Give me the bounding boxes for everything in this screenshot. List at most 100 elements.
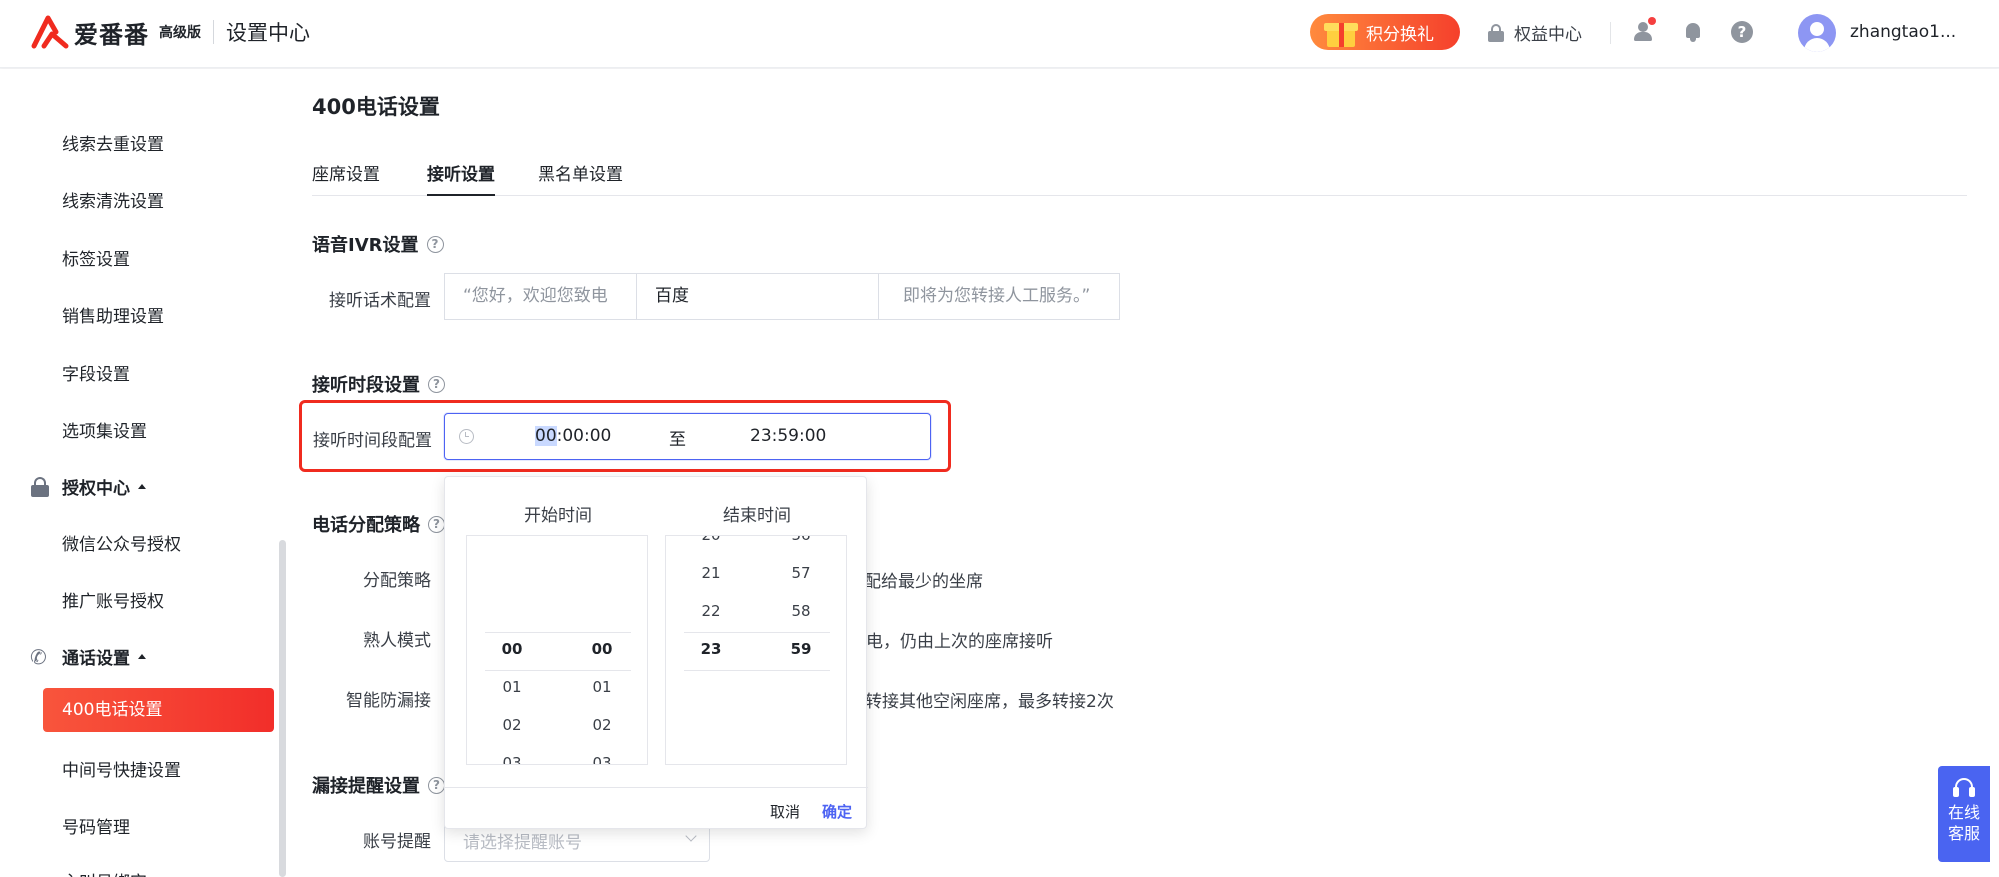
sidebar-item-tags[interactable]: 标签设置 <box>62 245 130 270</box>
sidebar-item-ad-account-auth[interactable]: 推广账号授权 <box>62 587 164 612</box>
points-exchange-label: 积分换礼 <box>1366 24 1434 45</box>
start-minute-option[interactable]: 03 <box>557 754 647 764</box>
end-hour-option[interactable]: 21 <box>666 564 756 582</box>
question-icon[interactable]: ? <box>428 515 445 533</box>
end-minute-option[interactable]: 56 <box>756 536 846 544</box>
ivr-company-input[interactable]: 百度 <box>636 273 879 320</box>
end-minute-option[interactable]: 57 <box>756 564 846 582</box>
avatar[interactable] <box>1798 14 1836 52</box>
anti-miss-label: 智能防漏接 <box>346 691 431 711</box>
gift-icon <box>1324 17 1358 47</box>
points-exchange-button[interactable]: 积分换礼 <box>1310 14 1460 50</box>
rights-center-link[interactable]: 权益中心 <box>1488 20 1582 45</box>
sidebar-group-auth-label: 授权中心 <box>62 479 130 499</box>
end-hour-option[interactable]: 23 <box>666 640 756 658</box>
start-hour-option[interactable]: 02 <box>467 716 557 734</box>
start-hour-option[interactable]: 01 <box>467 678 557 696</box>
account-reminder-placeholder: 请选择提醒账号 <box>463 833 582 853</box>
answer-period-label: 接听时间段配置 <box>313 431 432 451</box>
end-hour-option[interactable]: 20 <box>666 536 756 544</box>
unread-dot <box>1648 17 1656 25</box>
chevron-down-icon <box>685 830 697 842</box>
lock-icon <box>30 476 50 497</box>
online-service-button[interactable]: 在线 客服 <box>1938 766 1990 862</box>
end-minute-option[interactable]: 59 <box>756 640 846 658</box>
start-time-input[interactable]: 00:00:00 <box>535 426 611 446</box>
start-time-header: 开始时间 <box>524 506 592 526</box>
bell-icon[interactable] <box>1682 21 1704 43</box>
selection-line <box>684 632 830 633</box>
help-icon[interactable]: ? <box>1731 21 1753 43</box>
strategy-label: 分配策略 <box>363 571 431 591</box>
header-divider <box>1610 22 1611 44</box>
account-reminder-label: 账号提醒 <box>363 832 431 852</box>
question-icon[interactable]: ? <box>426 235 444 253</box>
picker-footer-divider <box>445 787 868 788</box>
sidebar-group-auth[interactable]: 授权中心 <box>30 474 146 499</box>
start-time-panel: 00 01 02 03 00 01 02 03 <box>466 535 648 765</box>
sidebar-item-lead-clean[interactable]: 线索清洗设置 <box>62 187 164 212</box>
selection-line <box>684 670 830 671</box>
end-time-input[interactable]: 23:59:00 <box>750 426 826 446</box>
user-notice-icon[interactable] <box>1632 17 1656 43</box>
time-range-input[interactable]: 00:00:00 至 23:59:00 <box>444 413 931 460</box>
start-hour-column[interactable]: 00 01 02 03 <box>467 536 557 764</box>
page-section-name: 设置中心 <box>226 21 310 45</box>
page-title: 400电话设置 <box>312 95 440 119</box>
start-time-rest: :00:00 <box>556 426 612 446</box>
start-hour-option[interactable]: 03 <box>467 754 557 764</box>
picker-confirm-button[interactable]: 确定 <box>822 801 852 822</box>
sidebar-item-lead-dedup[interactable]: 线索去重设置 <box>62 130 164 155</box>
sidebar-group-call[interactable]: ✆ 通话设置 <box>30 644 146 669</box>
question-icon[interactable]: ? <box>428 375 445 393</box>
anti-miss-text: 行转接其他空闲座席，最多转接2次 <box>848 692 1114 712</box>
ivr-greeting-prefix: “您好，欢迎您致电 <box>444 273 637 320</box>
end-hour-column[interactable]: 20 21 22 23 <box>666 536 756 764</box>
sidebar-item-middle-number[interactable]: 中间号快捷设置 <box>62 756 181 781</box>
brand-tier: 高级版 <box>159 25 201 41</box>
end-hour-option[interactable]: 22 <box>666 602 756 620</box>
sidebar-item-number-manage[interactable]: 号码管理 <box>62 813 130 838</box>
start-minute-option[interactable]: 01 <box>557 678 647 696</box>
answer-period-section-label: 接听时段设置 <box>312 375 420 396</box>
time-picker-popup: 开始时间 结束时间 00 01 02 03 00 01 02 03 20 21 … <box>444 476 868 829</box>
missed-reminder-section-title: 漏接提醒设置 ? <box>312 772 445 798</box>
start-hour-option[interactable]: 00 <box>467 640 557 658</box>
end-minute-option[interactable]: 58 <box>756 602 846 620</box>
sidebar-item-option-sets[interactable]: 选项集设置 <box>62 417 147 442</box>
brand-mark-icon <box>30 14 70 50</box>
start-hour-selection: 00 <box>535 426 557 446</box>
username[interactable]: zhangtao1... <box>1850 22 1956 42</box>
brand-logo[interactable]: 爱番番 高级版 设置中心 <box>30 14 310 50</box>
end-time-header: 结束时间 <box>723 506 791 526</box>
strategy-option-text: 配给最少的坐席 <box>864 572 983 592</box>
sidebar-item-400-phone[interactable]: 400电话设置 <box>43 688 274 732</box>
caret-up-icon <box>138 484 146 489</box>
missed-reminder-section-label: 漏接提醒设置 <box>312 776 420 797</box>
ivr-script-label: 接听话术配置 <box>329 291 431 311</box>
sidebar-item-sales-assistant[interactable]: 销售助理设置 <box>62 302 164 327</box>
top-header: 爱番番 高级版 设置中心 积分换礼 权益中心 ? zhangtao1... <box>0 0 1999 68</box>
sidebar-scrollbar[interactable] <box>279 540 286 877</box>
distribution-section-label: 电话分配策略 <box>312 515 420 536</box>
question-icon[interactable]: ? <box>428 776 445 794</box>
logo-divider <box>213 20 214 44</box>
start-minute-option[interactable]: 02 <box>557 716 647 734</box>
picker-cancel-button[interactable]: 取消 <box>770 801 800 822</box>
sidebar-item-wechat-auth[interactable]: 微信公众号授权 <box>62 530 181 555</box>
acquaintance-label: 熟人模式 <box>363 631 431 651</box>
tab-seat-settings[interactable]: 座席设置 <box>312 160 380 196</box>
sidebar-group-call-label: 通话设置 <box>62 649 130 669</box>
tab-blacklist-settings[interactable]: 黑名单设置 <box>538 160 623 196</box>
lock-icon <box>1488 23 1504 42</box>
ivr-section-label: 语音IVR设置 <box>312 235 419 256</box>
end-minute-column[interactable]: 56 57 58 59 <box>756 536 846 764</box>
start-minute-column[interactable]: 00 01 02 03 <box>557 536 647 764</box>
sidebar-item-caller-binding[interactable]: 主叫号绑定 <box>62 868 147 877</box>
start-minute-option[interactable]: 00 <box>557 640 647 658</box>
headset-icon <box>1953 778 1975 798</box>
clock-icon <box>459 429 474 444</box>
sidebar-item-fields[interactable]: 字段设置 <box>62 360 130 385</box>
ivr-greeting-suffix: 即将为您转接人工服务。” <box>878 273 1120 320</box>
tab-answer-settings[interactable]: 接听设置 <box>427 160 495 196</box>
